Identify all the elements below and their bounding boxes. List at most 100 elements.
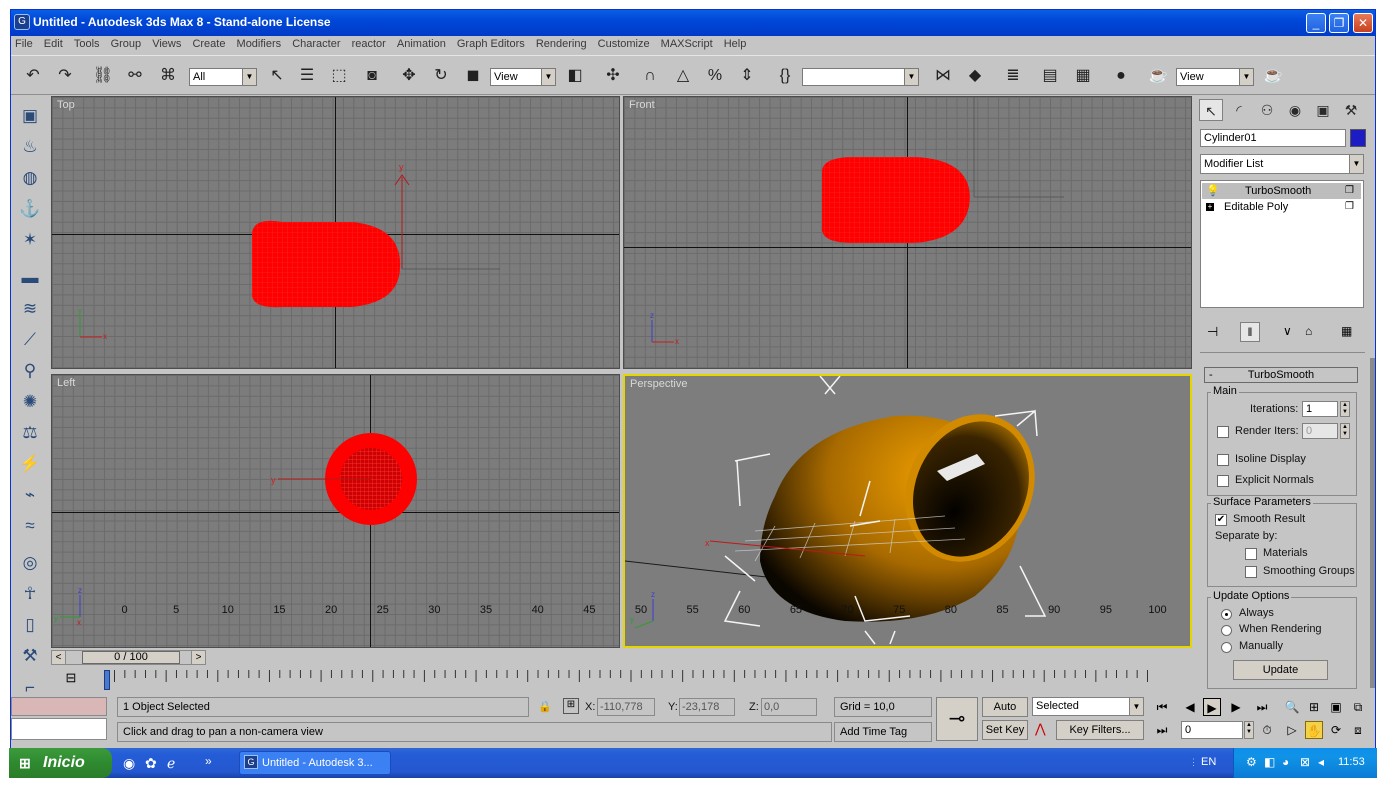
menu-graph-editors[interactable]: Graph Editors [453, 36, 529, 52]
rectangle-selection-icon[interactable]: ⬚ [327, 64, 351, 88]
lock-icon[interactable]: 🔒 [538, 700, 552, 713]
angle-snap-icon[interactable]: △ [671, 64, 695, 88]
start-button[interactable]: ⊞ Inicio [9, 748, 112, 778]
menu-rendering[interactable]: Rendering [532, 36, 591, 52]
stack-item-turbosmooth[interactable]: 💡 TurboSmooth ❐ [1202, 183, 1361, 199]
smooth-result-checkbox[interactable]: ✔ [1215, 514, 1227, 526]
configure-modifier-sets-icon[interactable]: ▦ [1341, 324, 1352, 338]
scale-icon[interactable]: ◼ [461, 64, 485, 88]
z-coordinate-field[interactable]: 0,0 [761, 698, 817, 716]
deforming-mesh-icon[interactable]: ✶ [18, 228, 42, 252]
modifier-list-dropdown[interactable]: Modifier List ▼ [1200, 154, 1364, 174]
zoom-all-icon[interactable]: ⊞ [1305, 698, 1323, 716]
menu-file[interactable]: File [11, 36, 37, 52]
render-iters-spinner[interactable]: ▲ ▼ [1340, 423, 1350, 439]
minimize-button[interactable]: _ [1306, 13, 1326, 33]
menu-maxscript[interactable]: MAXScript [657, 36, 717, 52]
show-end-result-icon[interactable]: ‖ [1240, 322, 1260, 342]
named-selection-dropdown[interactable]: ▼ [802, 68, 919, 86]
current-frame-marker[interactable] [104, 670, 110, 690]
schematic-view-icon[interactable]: ▦ [1071, 64, 1095, 88]
layer-manager-icon[interactable]: ≣ [1001, 64, 1025, 88]
menu-animation[interactable]: Animation [393, 36, 450, 52]
mirror-icon[interactable]: ⋈ [931, 64, 955, 88]
percent-snap-icon[interactable]: % [703, 64, 727, 88]
key-mode-toggle-icon[interactable]: ⏭ [1153, 721, 1171, 739]
render-iters-input[interactable]: 0 [1302, 423, 1338, 439]
ragdoll-icon[interactable]: ◎ [18, 551, 42, 575]
pan-hand-icon[interactable]: ✋ [1305, 721, 1323, 739]
menu-create[interactable]: Create [188, 36, 229, 52]
pivot-center-icon[interactable]: ◧ [563, 64, 587, 88]
hierarchy-tab-icon[interactable]: ⚇ [1255, 99, 1279, 121]
menu-modifiers[interactable]: Modifiers [233, 36, 286, 52]
always-radio[interactable] [1221, 609, 1232, 620]
isoline-display-checkbox[interactable] [1217, 454, 1229, 466]
previous-frame-icon[interactable]: < [52, 651, 66, 664]
render-iters-checkbox[interactable] [1217, 426, 1229, 438]
wind-icon[interactable]: ✺ [18, 390, 42, 414]
material-editor-icon[interactable]: ● [1109, 64, 1133, 88]
menu-help[interactable]: Help [720, 36, 751, 52]
set-key-button[interactable]: Set Key [982, 720, 1028, 740]
cloth-icon[interactable]: ♨ [18, 135, 42, 159]
reference-coordinate-dropdown[interactable]: View ▼ [490, 68, 556, 86]
set-key-icon[interactable]: ⊸ [936, 697, 978, 741]
current-frame-field[interactable]: 0 [1181, 721, 1243, 739]
viewport-top[interactable]: Top y y x [51, 96, 620, 369]
spring-icon[interactable]: ≋ [18, 297, 42, 321]
select-link-icon[interactable]: ⛓ [91, 64, 115, 88]
explicit-normals-checkbox[interactable] [1217, 475, 1229, 487]
rope-icon[interactable]: ⚓ [18, 197, 42, 221]
motor-icon[interactable]: ⚲ [18, 359, 42, 383]
viewport-front[interactable]: Front z x [623, 96, 1192, 369]
toy-car-icon[interactable]: ⚖ [18, 421, 42, 445]
menu-edit[interactable]: Edit [40, 36, 67, 52]
zoom-extents-all-icon[interactable]: ⧉ [1349, 698, 1367, 716]
fracture-tool-icon[interactable]: ⚒ [18, 644, 42, 668]
time-slider[interactable]: < 0 / 100 > [51, 650, 206, 665]
snap-toggle-icon[interactable]: ∩ [638, 64, 662, 88]
rollout-header[interactable]: - TurboSmooth [1204, 367, 1358, 383]
key-filters-button[interactable]: Key Filters... [1056, 720, 1144, 740]
chevron-right-icon[interactable]: » [205, 754, 212, 768]
lightbulb-icon[interactable]: 💡 [1206, 183, 1220, 199]
dashpot-icon[interactable]: ⟋ [18, 328, 42, 352]
menu-tools[interactable]: Tools [70, 36, 104, 52]
y-coordinate-field[interactable]: -23,178 [679, 698, 735, 716]
render-scene-icon[interactable]: ☕ [1146, 64, 1170, 88]
menu-customize[interactable]: Customize [594, 36, 654, 52]
go-to-end-icon[interactable]: ⏭ [1253, 698, 1271, 716]
play-icon[interactable]: ▶ [1203, 698, 1221, 716]
fracture-icon[interactable]: ⚡ [18, 452, 42, 476]
object-name-field[interactable]: Cylinder01 [1200, 129, 1346, 147]
go-to-start-icon[interactable]: ⏮ [1153, 698, 1171, 716]
move-icon[interactable]: ✥ [397, 64, 421, 88]
constraint-solver-icon[interactable]: ≈ [18, 514, 42, 538]
iterations-input[interactable]: 1 [1302, 401, 1338, 417]
menu-group[interactable]: Group [107, 36, 146, 52]
zoom-extents-icon[interactable]: ▣ [1327, 698, 1345, 716]
object-color-swatch[interactable] [1350, 129, 1366, 147]
window-crossing-icon[interactable]: ◙ [360, 64, 384, 88]
remove-modifier-icon[interactable]: ⌂ [1305, 324, 1312, 338]
materials-checkbox[interactable] [1245, 548, 1257, 560]
unlink-icon[interactable]: ⚯ [123, 64, 147, 88]
zoom-icon[interactable]: 🔍 [1283, 698, 1301, 716]
plane-icon[interactable]: ▬ [18, 266, 42, 290]
previous-frame-icon[interactable]: ◀ [1181, 698, 1199, 716]
smoothing-groups-checkbox[interactable] [1245, 566, 1257, 578]
tray-icon[interactable]: ◧ [1264, 755, 1275, 769]
x-coordinate-field[interactable]: -110,778 [597, 698, 655, 716]
update-button[interactable]: Update [1233, 660, 1328, 680]
key-mode-dropdown[interactable]: Selected ▼ [1032, 697, 1144, 716]
undo-icon[interactable]: ↶ [21, 64, 45, 88]
edit-named-selection-icon[interactable]: {} [773, 64, 797, 88]
display-tab-icon[interactable]: ▣ [1311, 99, 1335, 121]
stack-item-editable-poly[interactable]: + Editable Poly ❐ [1202, 199, 1361, 215]
panel-scrollbar[interactable] [1370, 358, 1375, 688]
hinge-icon[interactable]: ☥ [18, 582, 42, 606]
align-icon[interactable]: ◆ [963, 64, 987, 88]
quick-launch-icon[interactable]: ✿ [145, 755, 157, 772]
select-object-icon[interactable]: ↖ [265, 64, 289, 88]
